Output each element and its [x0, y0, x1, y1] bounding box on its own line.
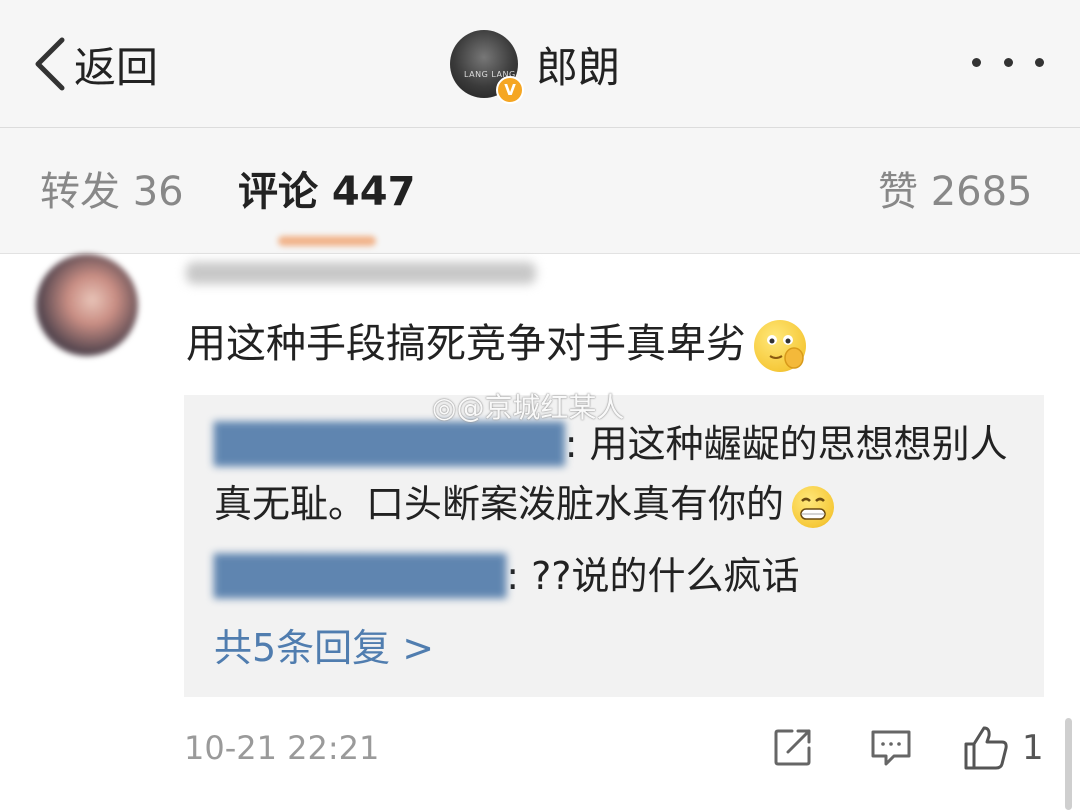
thumbs-up-icon — [964, 726, 1008, 770]
back-button[interactable]: 返回 — [30, 32, 158, 96]
username-decoration — [278, 236, 376, 246]
tab-reposts[interactable]: 转发 36 — [40, 170, 184, 214]
reply-item[interactable]: ██████████: ??说的什么疯话 — [214, 546, 1014, 606]
share-button[interactable] — [770, 724, 816, 774]
reply-text: : ??说的什么疯话 — [506, 554, 800, 598]
chevron-left-icon — [35, 37, 65, 91]
watermark-text: @京城红某人 — [456, 391, 625, 424]
more-options-button[interactable] — [972, 50, 1044, 74]
dot-icon — [1035, 57, 1044, 67]
comment-timestamp: 10-21 22:21 — [184, 729, 380, 767]
weibo-logo-icon: ◎ — [432, 391, 457, 424]
like-button[interactable]: 1 — [962, 724, 1044, 772]
verified-badge-icon: V — [496, 76, 524, 104]
reply-button[interactable] — [868, 724, 914, 774]
like-count: 1 — [1022, 728, 1044, 768]
dot-icon — [972, 57, 981, 67]
scrollbar[interactable] — [1065, 718, 1072, 810]
grinning-face-emoji-icon — [792, 485, 835, 528]
commenter-avatar[interactable] — [36, 254, 138, 356]
commenter-username-blurred[interactable] — [186, 248, 546, 294]
comment-body: 用这种手段搞死竞争对手真卑劣 — [186, 318, 806, 372]
tab-likes[interactable]: 赞 2685 — [878, 170, 1033, 214]
tab-comments[interactable]: 评论 447 — [238, 170, 415, 214]
watermark: ◎@京城红某人 — [432, 386, 624, 426]
back-label: 返回 — [74, 42, 159, 92]
tab-bar: 转发 36 评论 447 赞 2685 — [0, 128, 1080, 254]
comment-text: 用这种手段搞死竞争对手真卑劣 — [186, 321, 746, 367]
reply-username-blurred[interactable]: ████████████ — [214, 422, 565, 466]
reply-item[interactable]: ████████████: 用这种龌龊的思想想别人真无耻。口头断案泼脏水真有你的 — [214, 414, 1014, 534]
view-all-replies-link[interactable]: 共5条回复 > — [214, 624, 434, 672]
share-icon — [774, 729, 811, 766]
dot-icon — [1003, 57, 1013, 67]
reply-username-blurred[interactable]: ██████████ — [214, 554, 506, 598]
profile-header[interactable]: LANG LANG V 郎朗 — [450, 28, 621, 104]
blurred-username-graphic — [186, 262, 536, 284]
comment-icon — [871, 730, 911, 766]
avatar[interactable]: LANG LANG V — [450, 30, 524, 104]
page-title: 郎朗 — [536, 42, 621, 92]
thinking-face-emoji-icon — [754, 320, 806, 372]
